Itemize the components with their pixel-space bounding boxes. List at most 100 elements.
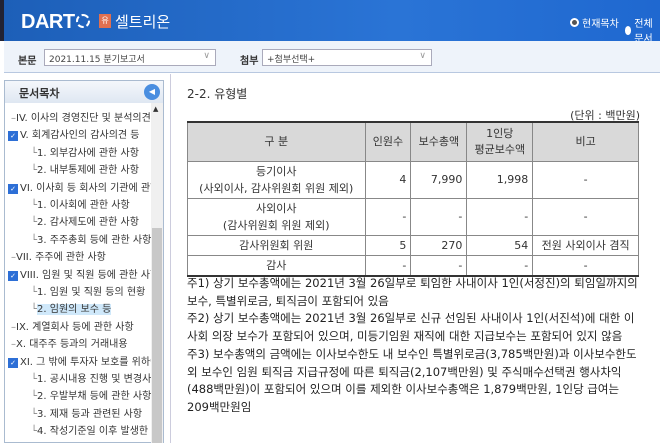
attach-label: 첨부 [240,56,259,67]
toc-item-label: 1. 임원 및 직원 등의 현황 [37,287,146,298]
compensation-table: 구 분 인원수 보수총액 1인당 평균보수액 비고 등기이사 (사외이사, 감사위원회 위… [187,121,639,277]
toc-item-label: XI. 그 밖에 투자자 보호를 위하여 필요한 사항 [20,356,151,368]
table-header-row: 구 분 인원수 보수총액 1인당 평균보수액 비고 [187,121,639,162]
toc-item-label: VI. 이사회 등 회사의 기관에 관한 사항 [20,182,151,194]
column-header: 보수총액 [410,121,468,162]
expand-toggle-icon[interactable]: ✓ [8,270,18,281]
toc-item[interactable]: └2. 임원의 보수 등 [31,302,112,318]
footnotes: 주1) 상기 보수총액에는 2021년 3월 26일부로 퇴임한 사내이사 1인… [187,275,642,417]
table-cell: - [532,197,639,236]
toc-item-label: 2. 내부통제에 관한 사항 [37,165,139,177]
radio-icon [625,25,632,35]
toc-item[interactable]: └3. 주주총회 등에 관한 사항 [31,233,151,249]
toc-item-label: IV. 이사의 경영진단 및 분석의견 [16,113,151,124]
table-cell: 7,990 [410,160,468,199]
table-cell: 사외이사 (감사위원회 위원 제외) [187,197,366,236]
toc-item[interactable]: ✓ V. 회계감사인의 감사의견 등 [8,128,139,144]
main-doc-label: 본문 [18,56,37,67]
toc-item-label: 1. 이사회에 관한 사항 [37,200,130,211]
table-cell: 감사위원회 위원 [187,234,366,256]
radio-label: 현재목차 [582,19,619,30]
toolbar: 본문 2021.11.15 분기보고서 ∨ 첨부 +첨부선택+ ∨ [4,41,660,73]
toc-item-label: 2. 감사제도에 관한 사항 [37,217,139,229]
footnote: 주3) 보수총액의 금액에는 이사보수한도 내 보수인 특별위로금(3,785백… [187,346,637,414]
toc-item[interactable]: ✓VI. 이사회 등 회사의 기관에 관한 사항 [8,181,151,197]
scroll-thumb[interactable] [152,228,162,443]
toc-item[interactable]: └3. 제재 등과 관련된 사항 [31,407,142,423]
toc-item[interactable]: └2. 내부통제에 관한 사항 [31,163,139,179]
table-cell: - [364,254,412,277]
table-cell: - [532,254,639,277]
toc-item-label: 4. 작성기준일 이후 발생한 주요사항 [37,426,151,438]
collapse-panel-button[interactable]: ◀ [144,84,160,100]
logo-text: DART [21,11,75,33]
toc-item-label: VIII. 임원 및 직원 등에 관한 사항 [20,269,151,281]
table-row: 사외이사 (감사위원회 위원 제외) - - - - [187,197,639,236]
toc-item[interactable]: └1. 공시내용 진행 및 변경사항 [31,372,151,388]
table-cell: - [466,197,534,236]
column-header: 비고 [532,121,639,162]
radio-icon [570,18,579,27]
header-bar: DART 유 셀트리온 현재목차 전체문서 [0,0,660,45]
table-cell: - [364,197,412,236]
footnote: 주2) 상기 보수총액에는 2021년 3월 26일부로 신규 선임된 사내이사… [187,311,635,344]
toc-item[interactable]: └1. 외부감사에 관한 사항 [31,146,139,162]
radio-current-toc[interactable]: 현재목차 [570,15,619,30]
scroll-up-icon[interactable]: ▲ [153,105,158,113]
toc-item[interactable]: –X. 대주주 등과의 거래내용 [11,337,128,353]
toc-item-label: 1. 외부감사에 관한 사항 [37,147,139,159]
toc-item[interactable]: –VII. 주주에 관한 사항 [11,250,106,266]
toc-item-label: VII. 주주에 관한 사항 [16,252,106,264]
expand-toggle-icon[interactable]: ✓ [8,357,18,368]
dart-logo[interactable]: DART [20,10,90,34]
toc-item-label: X. 대주주 등과의 거래내용 [16,339,128,351]
select-value: 2021.11.15 분기보고서 [49,55,145,65]
attach-select[interactable]: +첨부선택+ ∨ [262,49,432,66]
column-header: 1인당 평균보수액 [466,121,534,162]
toc-item[interactable]: –IX. 계열회사 등에 관한 사항 [11,320,134,336]
toc-item[interactable]: └1. 임원 및 직원 등의 현황 [31,285,145,301]
expand-toggle-icon[interactable]: ✓ [8,183,18,194]
table-cell: 전원 사외이사 겸직 [532,234,639,256]
toc-item[interactable]: ✓ VIII. 임원 및 직원 등에 관한 사항 [8,268,151,284]
table-cell: 270 [410,234,468,256]
toc-item[interactable]: └2. 우발부채 등에 관한 사항 [31,389,151,405]
logo-icon [75,14,90,28]
expand-toggle-icon[interactable]: ✓ [8,131,18,142]
toc-item-label: 1. 공시내용 진행 및 변경사항 [37,374,151,385]
toc-item-label: V. 회계감사인의 감사의견 등 [20,130,140,142]
toc-item[interactable]: └4. 작성기준일 이후 발생한 주요사항 [31,424,151,440]
toc-panel: 문서목차 ◀ –IV. 이사의 경영진단 및 분석의견 ✓ V. 회계감사인의 감사… [4,80,164,443]
chevron-down-icon: ∨ [419,51,426,61]
table-cell: - [410,197,468,236]
toc-item-label: IX. 계열회사 등에 관한 사항 [16,321,134,333]
table-cell: - [410,254,468,277]
main-doc-select[interactable]: 2021.11.15 분기보고서 ∨ [44,49,216,66]
table-cell: 등기이사 (사외이사, 감사위원회 위원 제외) [187,160,366,199]
market-badge: 유 [99,14,111,28]
table-cell: 1,998 [466,160,534,199]
select-value: +첨부선택+ [267,55,316,65]
table-row: 감사 - - - - [187,254,639,277]
toc-item-label: 3. 제재 등과 관련된 사항 [37,408,143,420]
toc-scrollbar[interactable]: ▲ [151,103,163,443]
toc-tree: –IV. 이사의 경영진단 및 분석의견 ✓ V. 회계감사인의 감사의견 등 └1.… [5,103,151,443]
table-cell: 감사 [187,254,366,277]
toc-title: 문서목차 [5,81,163,103]
toc-item[interactable]: ✓XI. 그 밖에 투자자 보호를 위하여 필요한 사항 [8,355,151,371]
toc-item-label: 3. 주주총회 등에 관한 사항 [37,234,151,246]
table-cell: 54 [466,234,534,256]
table-cell: - [466,254,534,277]
document-content: 2-2. 유형별 (단위 : 백만원) 구 분 인원수 보수총액 1인당 평균보수액 비… [170,74,660,443]
toc-item-label: 2. 우발부채 등에 관한 사항 [37,391,151,403]
table-row: 등기이사 (사외이사, 감사위원회 위원 제외) 4 7,990 1,998- [187,160,639,199]
column-header: 인원수 [364,121,412,162]
toc-item[interactable]: └2. 감사제도에 관한 사항 [31,215,139,231]
footnote: 주1) 상기 보수총액에는 2021년 3월 26일부로 퇴임한 사내이사 1인… [187,276,638,308]
toc-item[interactable]: –IV. 이사의 경영진단 및 분석의견 [11,111,151,127]
section-title: 2-2. 유형별 [187,87,248,101]
table-cell: - [532,160,639,199]
toc-item[interactable]: └1. 이사회에 관한 사항 [31,198,130,214]
table-cell: 4 [364,160,412,199]
company-name: 셀트리온 [115,13,171,31]
